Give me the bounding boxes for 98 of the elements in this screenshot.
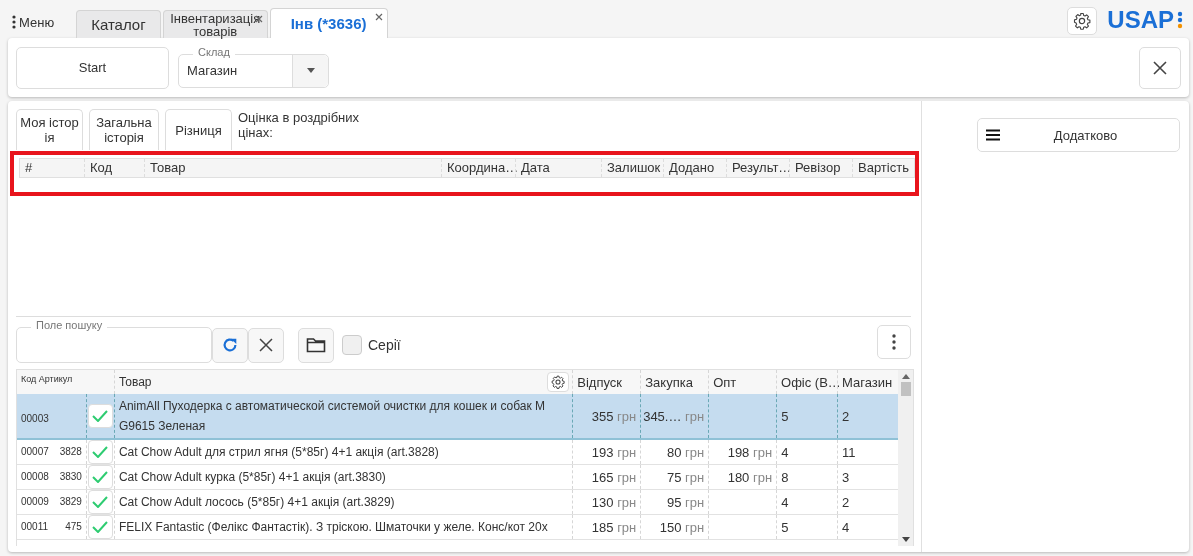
column-header[interactable]: Додано	[663, 159, 726, 177]
scrollbar-thumb[interactable]	[900, 382, 911, 396]
price-cell: 193 грн	[591, 444, 637, 460]
checkmark-icon	[92, 471, 109, 483]
price-cell: 355 грн	[591, 408, 637, 424]
column-header[interactable]: #	[20, 159, 84, 177]
history-tab[interactable]: Різниця	[165, 109, 232, 150]
code-cell: 00011	[21, 521, 49, 532]
tab[interactable]: Каталог	[76, 10, 161, 38]
check-button[interactable]	[87, 515, 113, 539]
article-cell: 475	[65, 521, 82, 532]
price-cell: 198 грн	[727, 444, 773, 460]
stock-cell: 4	[842, 519, 850, 535]
refresh-button[interactable]	[212, 327, 248, 363]
column-header[interactable]: Залишок	[601, 159, 663, 177]
article-cell: 3829	[59, 496, 82, 507]
product-cell: Cat Chow Adult лосось (5*85г) 4+1 акція (art.3829)	[113, 490, 573, 514]
product-cell: Cat Chow Adult для стрил ягня (5*85г) 4+1 акція (art.3828)	[113, 440, 573, 464]
price-cell: 80 грн	[666, 444, 705, 460]
check-button[interactable]	[87, 490, 113, 514]
menu-button[interactable]: Меню	[12, 8, 63, 36]
code-cell: 00007	[21, 446, 49, 457]
stock-cell: 5	[781, 408, 789, 424]
column-header[interactable]: Товар	[118, 372, 152, 392]
price-cell: 180 грн	[727, 469, 773, 485]
menu-icon	[986, 129, 1000, 141]
estimate-label: Оцінка в роздрібних цінах:	[238, 109, 361, 140]
clear-button[interactable]	[248, 327, 284, 363]
table-row[interactable]: 00008 3830 Cat Chow Adult курка (5*85г) 4+1 акція (art.3830) 165 грн 75 грн 180 грн 8 3	[17, 465, 898, 490]
stock-cell: 4	[781, 494, 789, 510]
scroll-down-icon[interactable]	[901, 537, 910, 543]
table-row[interactable]: 00009 3829 Cat Chow Adult лосось (5*85г) 4+1 акція (art.3829) 130 грн 95 грн 4 2	[17, 490, 898, 515]
close-icon	[259, 338, 273, 352]
tab[interactable]: Інвентаризація товарів	[162, 10, 268, 38]
more-button[interactable]	[877, 325, 911, 359]
refresh-icon	[221, 336, 239, 354]
checkmark-icon	[92, 410, 109, 422]
table-row[interactable]: 00007 3828 Cat Chow Adult для стрил ягня (5*85г) 4+1 акція (art.3828) 193 грн 80 грн 198 грн 4 11	[17, 440, 898, 465]
product-cell: FELIX Fantastic (Фелікс Фантастік). З тріскою. Шматочки у желе. Конс/кот 20х	[113, 515, 573, 539]
scroll-up-icon[interactable]	[901, 373, 910, 379]
stock-cell: 8	[781, 469, 789, 485]
gear-icon	[1073, 12, 1092, 30]
series-checkbox[interactable]	[342, 335, 362, 355]
checkmark-icon	[92, 446, 109, 458]
start-button[interactable]: Start	[16, 46, 169, 89]
checkmark-icon	[92, 496, 109, 508]
code-cell: 00003	[21, 412, 49, 424]
close-icon[interactable]	[374, 13, 383, 21]
settings-button[interactable]	[547, 372, 570, 392]
tab[interactable]: Інв (*3636)	[269, 8, 388, 38]
column-header[interactable]: Код	[84, 159, 144, 177]
stock-cell: 4	[781, 444, 789, 460]
history-tab[interactable]: Моя історія	[16, 109, 83, 150]
price-cell: 165 грн	[591, 469, 637, 485]
stock-cell: 11	[842, 444, 856, 460]
column-header[interactable]: Ревізор	[789, 159, 852, 177]
extra-button[interactable]: Додатково	[977, 118, 1180, 152]
more-icon	[892, 334, 896, 350]
article-cell: 3830	[59, 471, 82, 482]
code-cell: 00009	[21, 496, 49, 507]
series-label: Серії	[368, 337, 401, 353]
table-row[interactable]: 00003 AnimAll Пуходерка с автоматической системой очистки для кошек и собак M G9615 Зеленая 355 грн 345.… грн 5 2	[17, 394, 898, 440]
check-button[interactable]	[87, 440, 113, 464]
check-button[interactable]	[87, 404, 113, 428]
close-button[interactable]	[1139, 46, 1181, 89]
scrollbar[interactable]	[898, 370, 913, 546]
menu-icon	[12, 15, 16, 29]
column-header[interactable]: Координа…	[441, 159, 515, 177]
price-cell: 345.… грн	[643, 408, 705, 424]
stock-cell: 5	[781, 519, 789, 535]
column-header[interactable]: Дата	[515, 159, 601, 177]
price-cell: 95 грн	[666, 494, 705, 510]
price-cell: 185 грн	[591, 519, 637, 535]
settings-button[interactable]	[1067, 7, 1098, 35]
folder-button[interactable]	[298, 327, 334, 363]
product-cell: AnimAll Пуходерка с автоматической системой очистки для кошек и собак M G9615 Зеленая	[113, 394, 573, 438]
checkmark-icon	[92, 521, 109, 533]
column-header[interactable]: Код Артикул	[17, 370, 86, 394]
stock-cell: 2	[842, 408, 850, 424]
folder-icon	[306, 337, 326, 353]
gear-icon	[551, 375, 566, 389]
price-cell: 75 грн	[666, 469, 705, 485]
price-cell: 150 грн	[659, 519, 705, 535]
column-header[interactable]: Товар	[144, 159, 441, 177]
product-cell: Cat Chow Adult курка (5*85г) 4+1 акція (art.3830)	[113, 465, 573, 489]
stock-cell: 2	[842, 494, 850, 510]
code-cell: 00008	[21, 471, 49, 482]
history-tab[interactable]: Загальна історія	[89, 109, 159, 150]
price-cell: 130 грн	[591, 494, 637, 510]
check-button[interactable]	[87, 465, 113, 489]
logo: USAP	[1107, 7, 1174, 33]
article-cell: 3828	[59, 446, 82, 457]
dots-icon	[1177, 11, 1183, 29]
close-icon	[1152, 59, 1168, 76]
column-header[interactable]: Результ…	[726, 159, 789, 177]
table-row[interactable]: 00011 475 FELIX Fantastic (Фелікс Фантастік). З тріскою. Шматочки у желе. Конс/кот 20х 185 грн 150 грн 5 4	[17, 515, 898, 540]
dropdown-arrow-icon	[305, 67, 316, 74]
stock-cell: 3	[842, 469, 850, 485]
